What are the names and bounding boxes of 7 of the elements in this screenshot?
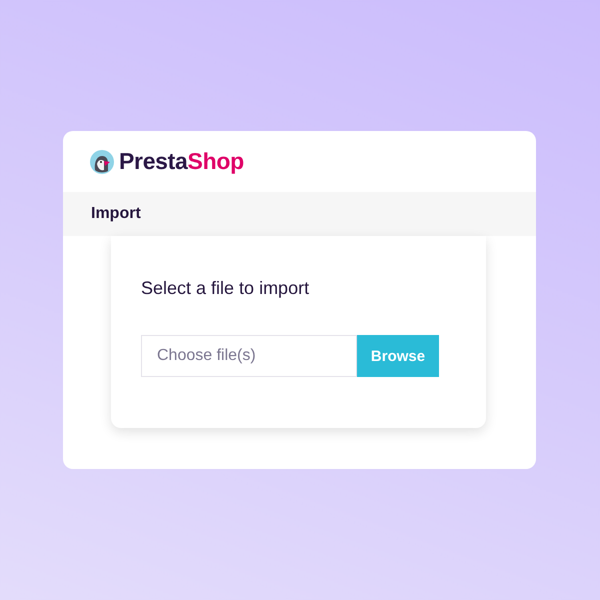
file-field[interactable]: Choose file(s) xyxy=(141,335,357,377)
form-heading: Select a file to import xyxy=(141,278,310,299)
logo-word: Shop xyxy=(188,148,244,174)
puffin-logo-icon xyxy=(90,150,114,174)
browse-button[interactable]: Browse xyxy=(357,335,439,377)
section-title: Import xyxy=(91,205,141,223)
logo-word: Presta xyxy=(119,148,188,174)
